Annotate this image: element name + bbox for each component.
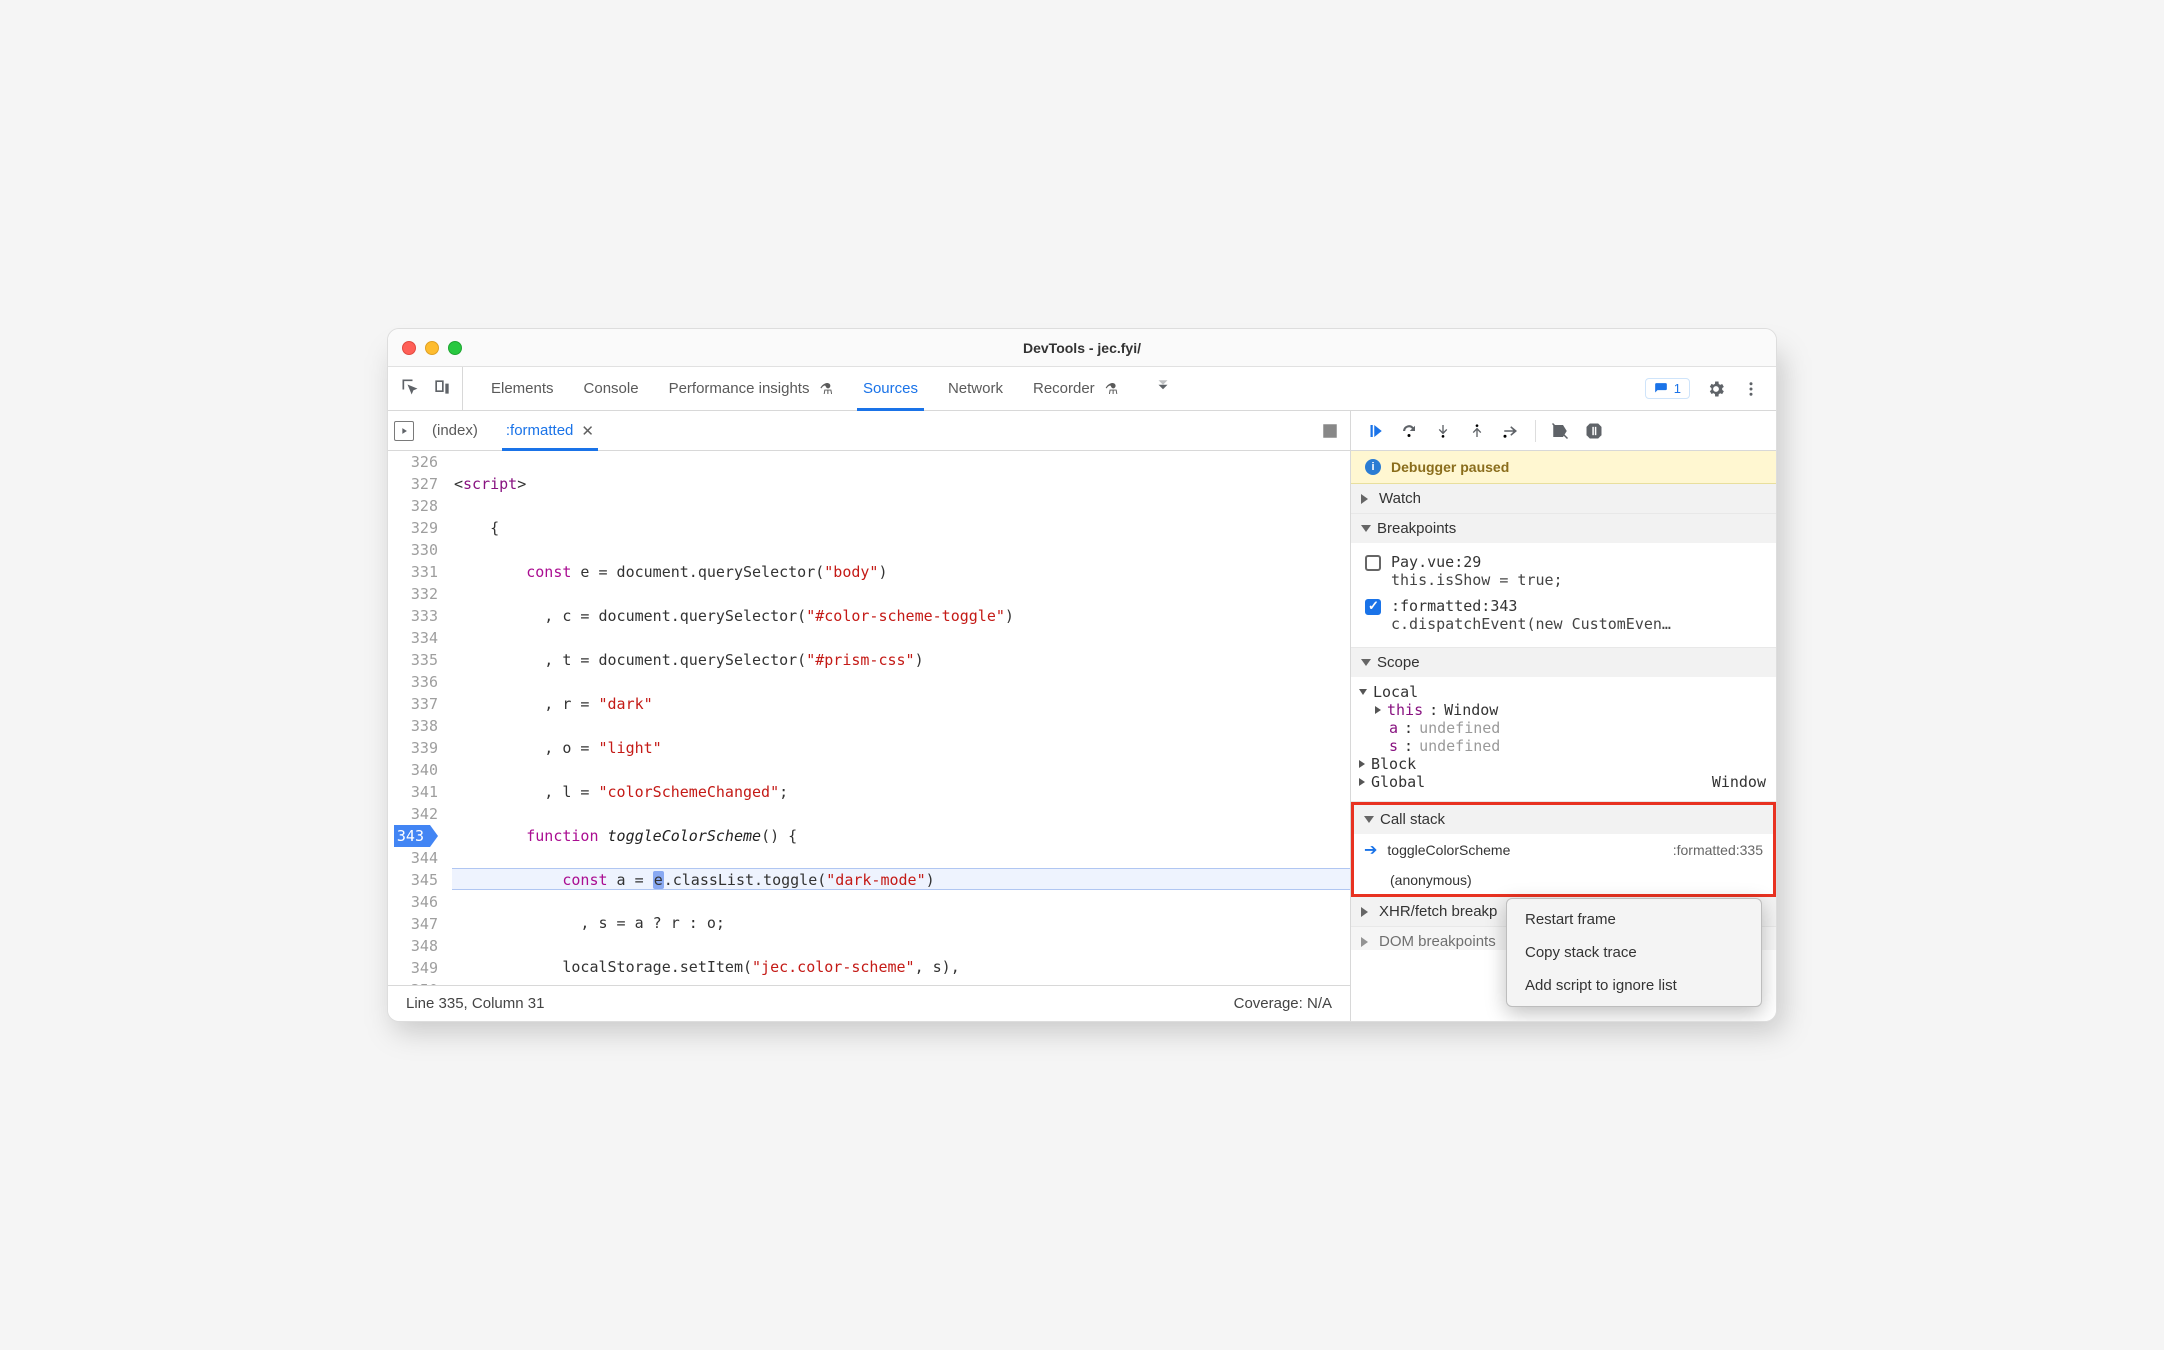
section-breakpoints[interactable]: Breakpoints — [1351, 514, 1776, 543]
scope-var[interactable]: a: undefined — [1375, 719, 1766, 737]
menu-copy-stack-trace[interactable]: Copy stack trace — [1507, 936, 1761, 969]
deactivate-breakpoints-icon[interactable] — [1550, 421, 1570, 441]
tab-performance-insights[interactable]: Performance insights⚗ — [663, 367, 839, 410]
titlebar: DevTools - jec.fyi/ — [388, 329, 1776, 367]
callstack-highlight: Call stack ➔ toggleColorScheme :formatte… — [1351, 802, 1776, 897]
inspect-element-icon[interactable] — [400, 377, 420, 400]
scope-var[interactable]: this: Window — [1375, 701, 1766, 719]
current-frame-icon: ➔ — [1364, 840, 1377, 860]
issues-chip[interactable]: 1 — [1645, 378, 1690, 399]
main-tabstrip: Elements Console Performance insights⚗ S… — [388, 367, 1776, 411]
gutter[interactable]: 326327328 329330331 332333334 335336337 … — [388, 451, 452, 985]
scope-global[interactable]: GlobalWindow — [1359, 773, 1766, 791]
section-watch[interactable]: Watch — [1351, 484, 1776, 513]
context-menu: Restart frame Copy stack trace Add scrip… — [1506, 898, 1762, 1007]
scope-block[interactable]: Block — [1359, 755, 1766, 773]
tab-console[interactable]: Console — [578, 367, 645, 410]
more-icon[interactable] — [1742, 379, 1760, 399]
paused-banner: i Debugger paused — [1351, 451, 1776, 484]
navigator-toggle-icon[interactable] — [394, 421, 414, 441]
step-into-icon[interactable] — [1433, 421, 1453, 441]
tab-recorder[interactable]: Recorder⚗ — [1027, 367, 1124, 410]
scope-var[interactable]: s: undefined — [1375, 737, 1766, 755]
editor-tab-index[interactable]: (index) — [422, 411, 488, 450]
tab-elements[interactable]: Elements — [485, 367, 560, 410]
paused-text: Debugger paused — [1391, 459, 1509, 475]
tab-sources[interactable]: Sources — [857, 367, 924, 410]
breakpoint-item[interactable]: :formatted:343 c.dispatchEvent(new Custo… — [1365, 593, 1766, 637]
flask-icon: ⚗ — [1105, 380, 1118, 398]
cursor-position: Line 335, Column 31 — [406, 995, 544, 1012]
pause-on-exceptions-icon[interactable] — [1584, 421, 1604, 441]
minimize-window-button[interactable] — [425, 341, 439, 355]
sources-main: (index) :formatted ✕ 326327328 329330331… — [388, 411, 1351, 1021]
checkbox-icon[interactable] — [1365, 599, 1381, 615]
window-title: DevTools - jec.fyi/ — [470, 340, 1694, 356]
menu-add-ignore-list[interactable]: Add script to ignore list — [1507, 969, 1761, 1002]
code-editor[interactable]: 326327328 329330331 332333334 335336337 … — [388, 451, 1350, 985]
breakpoint-item[interactable]: Pay.vue:29 this.isShow = true; — [1365, 549, 1766, 593]
info-icon: i — [1365, 459, 1381, 475]
callstack-frame[interactable]: ➔ toggleColorScheme :formatted:335 — [1354, 834, 1773, 866]
breakpoint-marker[interactable]: 343 — [394, 825, 438, 847]
step-out-icon[interactable] — [1467, 421, 1487, 441]
scope-local[interactable]: Local — [1359, 683, 1766, 701]
editor-tabs: (index) :formatted ✕ — [388, 411, 1350, 451]
settings-icon[interactable] — [1706, 379, 1726, 399]
step-over-icon[interactable] — [1399, 421, 1419, 441]
issues-count: 1 — [1674, 381, 1681, 396]
menu-restart-frame[interactable]: Restart frame — [1507, 903, 1761, 936]
run-snippet-icon[interactable] — [1320, 421, 1340, 441]
editor-tab-formatted[interactable]: :formatted ✕ — [496, 411, 604, 450]
step-icon[interactable] — [1501, 421, 1521, 441]
devtools-window: DevTools - jec.fyi/ Elements Console Per… — [387, 328, 1777, 1022]
debugger-toolbar — [1351, 411, 1776, 451]
close-window-button[interactable] — [402, 341, 416, 355]
coverage-status: Coverage: N/A — [1234, 995, 1332, 1012]
section-scope[interactable]: Scope — [1351, 648, 1776, 677]
code-area[interactable]: <script> { const e = document.querySelec… — [452, 451, 1350, 985]
callstack-frame[interactable]: (anonymous) — [1354, 866, 1773, 894]
maximize-window-button[interactable] — [448, 341, 462, 355]
tab-network[interactable]: Network — [942, 367, 1009, 410]
traffic-lights — [402, 341, 462, 355]
close-tab-icon[interactable]: ✕ — [581, 422, 594, 440]
device-toolbar-icon[interactable] — [432, 377, 452, 400]
section-callstack[interactable]: Call stack — [1354, 805, 1773, 834]
checkbox-icon[interactable] — [1365, 555, 1381, 571]
statusbar: Line 335, Column 31 Coverage: N/A — [388, 985, 1350, 1021]
flask-icon: ⚗ — [819, 380, 832, 398]
tabs-overflow-button[interactable] — [1142, 378, 1184, 400]
resume-icon[interactable] — [1365, 421, 1385, 441]
